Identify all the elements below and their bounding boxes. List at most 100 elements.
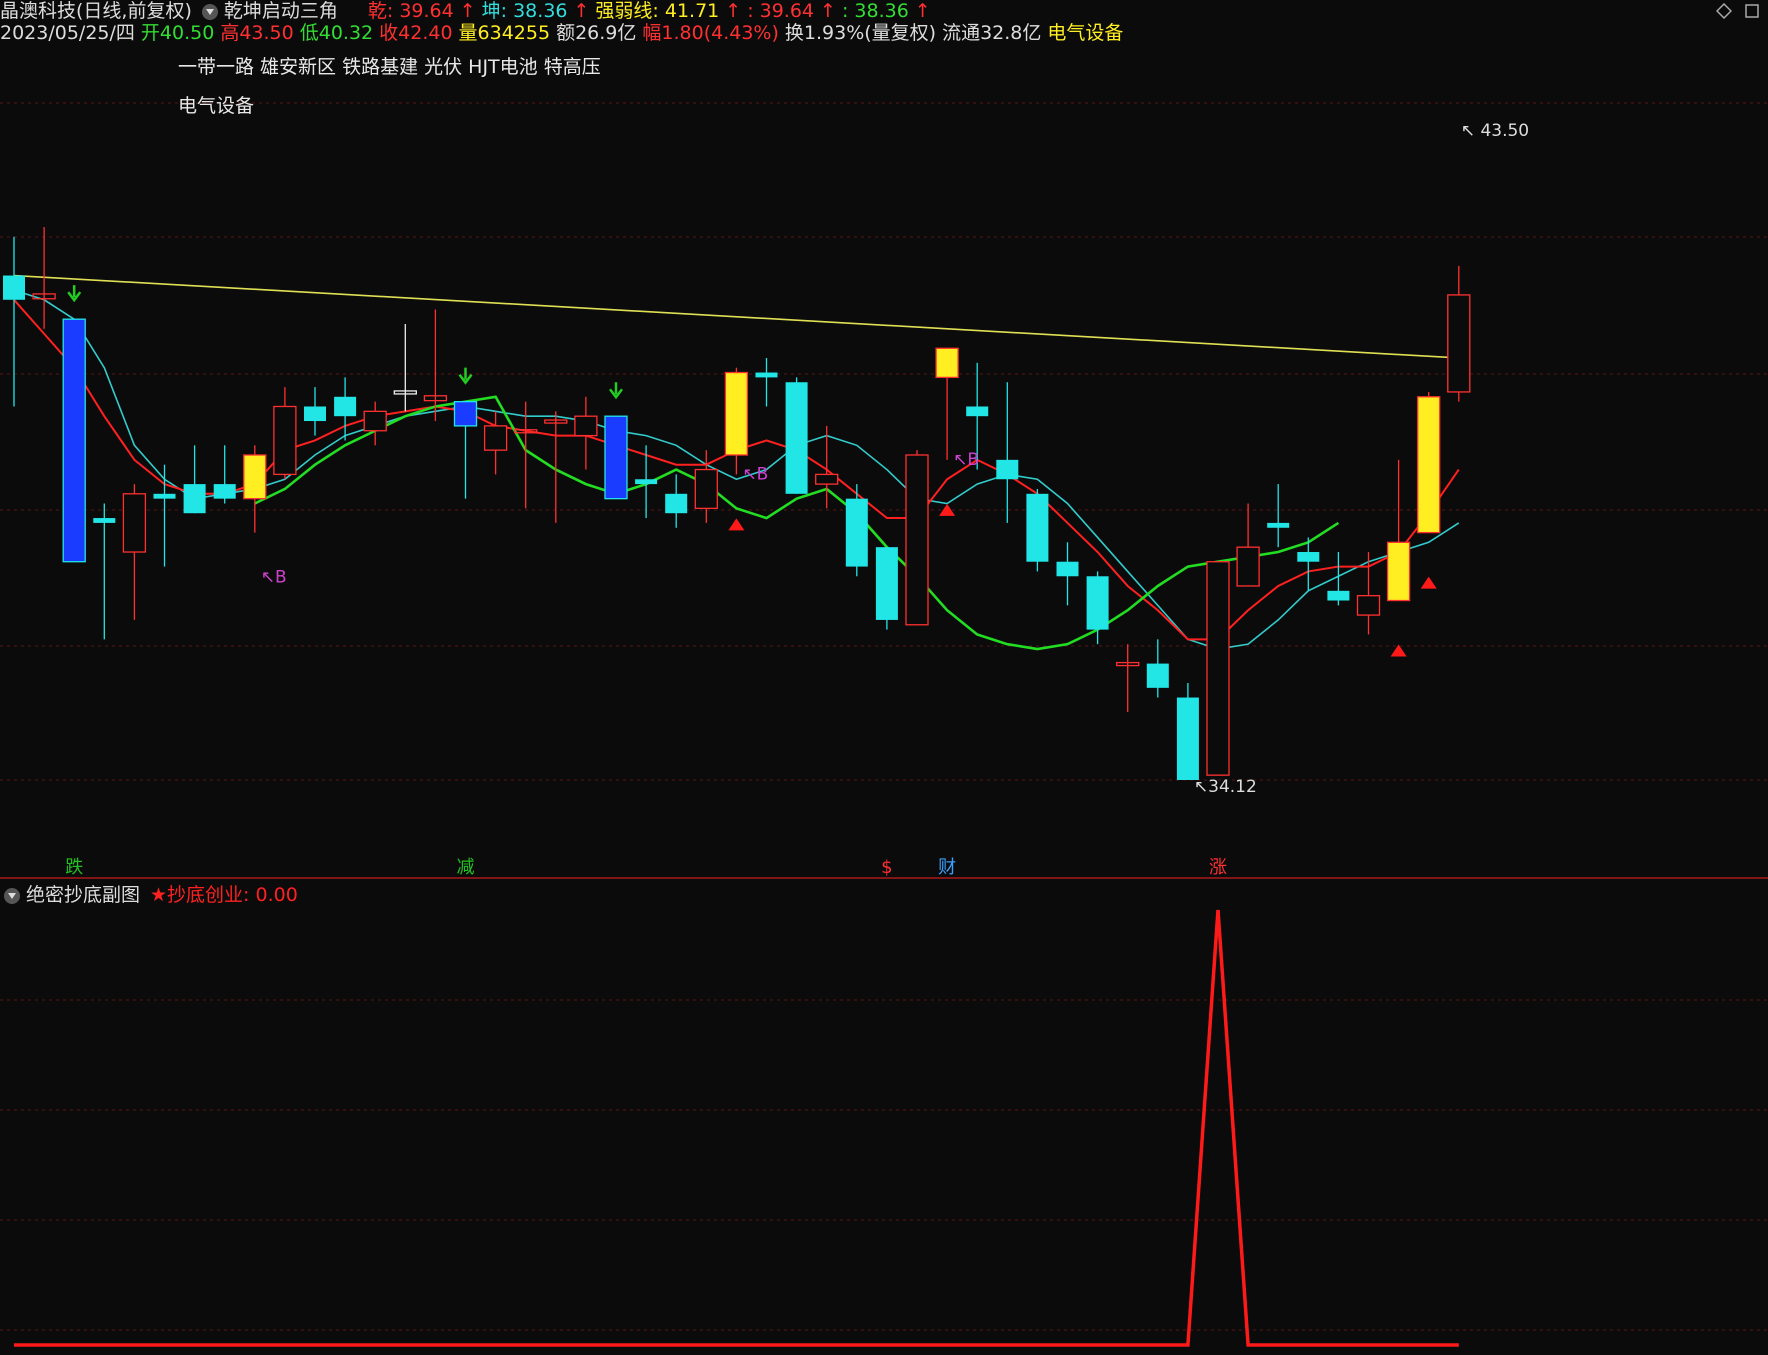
candle: [1206, 561, 1230, 776]
high-value: 高43.50: [220, 22, 294, 44]
candle: [574, 396, 598, 470]
bottom-marker: 减: [457, 857, 475, 878]
date: 2023/05/25/四: [0, 22, 135, 44]
buy-signal: ↖B: [742, 464, 768, 484]
candle: [153, 464, 176, 567]
candle-body: [635, 479, 658, 485]
candle-body: [1086, 576, 1109, 630]
candle: [1386, 459, 1411, 602]
candle-body: [785, 382, 808, 494]
dropdown-icon[interactable]: [4, 887, 20, 904]
candle-body: [93, 518, 116, 523]
low-price-label: ↖34.12: [1194, 777, 1257, 797]
bottom-marker: 财: [938, 857, 956, 878]
candle: [1356, 552, 1381, 635]
extra-value-2: : 38.36: [841, 0, 909, 22]
candle-body: [273, 405, 297, 476]
candle: [1417, 391, 1441, 534]
low-value: 低40.32: [299, 22, 374, 44]
candle: [996, 382, 1019, 523]
down-arrow-icon: [609, 382, 623, 400]
up-arrow-icon: ↑: [459, 0, 476, 22]
candle: [1176, 682, 1199, 780]
candle-body: [1056, 561, 1079, 577]
change-value: 幅1.80(4.43%): [642, 22, 779, 44]
buy-signal: ↖B: [953, 450, 979, 470]
up-triangle-icon: [728, 518, 745, 531]
chart-grid: [0, 102, 1768, 1331]
close-value: 收42.40: [379, 22, 453, 44]
candle-body: [694, 468, 718, 510]
candle: [724, 367, 749, 475]
candle-body: [1447, 294, 1471, 393]
candle-body: [996, 459, 1019, 480]
candle-body: [1206, 561, 1230, 776]
stock-title[interactable]: 晶澳科技(日线,前复权): [0, 0, 192, 22]
buy-signal: ↖B: [261, 568, 287, 588]
turnover-value: 换1.93%(量复权): [784, 22, 937, 44]
strength-value: 强弱线: 41.71: [595, 0, 720, 22]
candle-body: [1026, 493, 1049, 562]
sub-chart: [14, 909, 1459, 1347]
concept-tags: 一带一路 雄安新区 铁路基建 光伏 HJT电池 特高压: [178, 56, 601, 78]
candle: [665, 474, 688, 528]
up-arrow-icon: ↑: [573, 0, 590, 22]
main-chart: ↖B ↖B ↖B ↖ 43.50 ↖34.12 跌 减 $ 财 涨: [0, 102, 1768, 1347]
indicator-name[interactable]: 乾坤启动三角: [224, 0, 338, 22]
qian-value: 乾: 39.64: [367, 0, 454, 22]
candle-body: [1356, 595, 1381, 616]
candle-body: [935, 347, 959, 379]
candle: [363, 401, 387, 446]
sub-chart-title[interactable]: 绝密抄底副图: [26, 884, 140, 906]
candle-body: [213, 484, 236, 499]
window-icon[interactable]: [1744, 3, 1760, 19]
candle: [1236, 503, 1260, 587]
candle: [393, 324, 417, 412]
candle-body: [604, 415, 628, 500]
candle: [3, 236, 25, 407]
candle: [1327, 552, 1350, 606]
candle: [93, 503, 116, 640]
candle: [122, 484, 147, 620]
volume-value: 量634255: [458, 22, 551, 44]
high-price-label: ↖ 43.50: [1461, 121, 1529, 141]
candle: [635, 445, 658, 519]
down-arrow-icon: [67, 285, 82, 303]
candle-body: [905, 454, 929, 626]
diamond-icon[interactable]: [1716, 3, 1732, 19]
candle: [1026, 488, 1049, 572]
candle-body: [665, 493, 688, 514]
up-triangle-icon: [1420, 576, 1437, 589]
candle-body: [1236, 546, 1260, 587]
candle-body: [1146, 663, 1169, 688]
candle: [785, 377, 808, 494]
candle-body: [62, 318, 86, 563]
up-arrow-icon: ↑: [725, 0, 742, 22]
sector-value[interactable]: 电气设备: [1047, 22, 1123, 44]
trend-line-path: [13, 274, 1459, 359]
candle: [755, 357, 778, 407]
candle: [935, 347, 959, 460]
trend-line: [13, 274, 1459, 359]
candle-body: [363, 410, 387, 432]
extra-value-1: : 39.64: [747, 0, 815, 22]
candle: [1116, 644, 1140, 713]
candle: [334, 377, 357, 441]
candle-body: [875, 547, 898, 620]
dropdown-icon[interactable]: [201, 3, 218, 20]
candle-body: [1327, 590, 1350, 601]
candle-body: [755, 372, 778, 378]
candle-body: [183, 484, 206, 514]
candle: [905, 450, 929, 626]
candle: [875, 547, 898, 630]
candle: [845, 484, 868, 577]
header-row-2: 2023/05/25/四 开40.50 高43.50 低40.32 收42.40 量634…: [0, 22, 1129, 44]
candle-body: [1297, 552, 1320, 562]
candle: [213, 445, 236, 504]
candle-body: [3, 275, 25, 300]
candle-body: [845, 498, 868, 567]
candlesticks: [3, 227, 1471, 780]
candle: [273, 387, 297, 480]
candle: [1146, 639, 1169, 698]
header-row-1: 晶澳科技(日线,前复权) 乾坤启动三角 乾: 39.64 ↑ 坤: 38.36 ↑ 强弱线:…: [0, 0, 937, 22]
